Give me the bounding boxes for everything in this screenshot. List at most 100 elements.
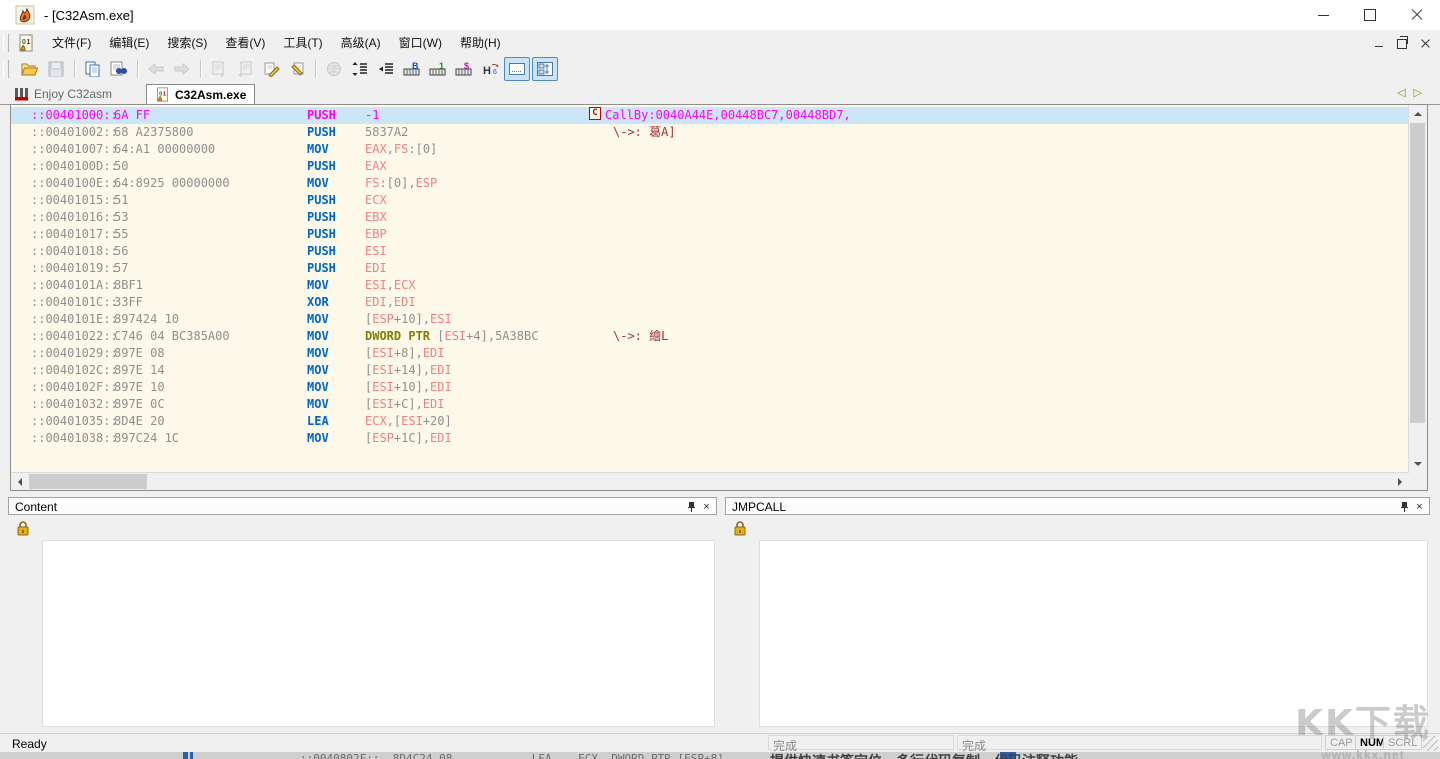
menu-item-6[interactable]: 窗口(W) <box>390 30 451 55</box>
asm-row-00401018[interactable]: ::00401018::56PUSHESI <box>11 243 1409 260</box>
tab-bar: Enjoy C32asm 01 C32Asm.exe ◁ ▷ <box>0 82 1440 105</box>
asm-row-0040100D[interactable]: ::0040100D::50PUSHEAX <box>11 158 1409 175</box>
jmpcall-panel-body[interactable] <box>759 540 1428 727</box>
horizontal-scroll-thumb[interactable] <box>29 474 147 489</box>
asm-row-00401032[interactable]: ::00401032::897E 0CMOV[ESI+C],EDI <box>11 396 1409 413</box>
pin-icon[interactable] <box>1398 500 1411 513</box>
background-fragment <box>183 752 188 759</box>
asm-row-00401015[interactable]: ::00401015::51PUSHECX <box>11 192 1409 209</box>
asm-row-00401000[interactable]: ::00401000::6A FFPUSH-1CCallBy:0040A44E,… <box>11 107 1409 124</box>
toolbar-grip-handle[interactable] <box>3 60 9 78</box>
close-icon[interactable]: × <box>1413 500 1426 513</box>
lock-icon[interactable] <box>16 521 32 537</box>
page-promote-icon[interactable] <box>233 58 257 80</box>
tab-scroll-right-icon[interactable]: ▷ <box>1414 86 1422 99</box>
forward-icon[interactable] <box>170 58 194 80</box>
toggle-panel-layout-icon[interactable] <box>532 57 558 81</box>
menu-bar: 0 1 文件(F)编辑(E)搜索(S)查看(V)工具(T)高级(A)窗口(W)帮… <box>0 30 1440 55</box>
callby-comment: CallBy:0040A44E,00448BC7,00448BD7, <box>605 107 851 124</box>
hex-view-b-icon[interactable]: B <box>400 58 424 80</box>
menu-item-0[interactable]: 文件(F) <box>43 30 100 55</box>
window-close-button[interactable] <box>1394 0 1440 30</box>
c32asm-window: - [C32Asm.exe] 0 1 文件(F)编辑(E)搜索(S)查看(V)工… <box>0 0 1440 759</box>
back-icon[interactable] <box>144 58 168 80</box>
save-icon[interactable] <box>44 58 68 80</box>
indent-lines-icon[interactable] <box>374 58 398 80</box>
asm-row-0040101E[interactable]: ::0040101E::897424 10MOV[ESP+10],ESI <box>11 311 1409 328</box>
menu-item-4[interactable]: 工具(T) <box>274 30 331 55</box>
hex-view-1-icon[interactable]: 1 <box>426 58 450 80</box>
asm-row-00401019[interactable]: ::00401019::57PUSHEDI <box>11 260 1409 277</box>
page-demote-icon[interactable] <box>207 58 231 80</box>
find-icon[interactable] <box>107 58 131 80</box>
reference-comment: \->: 葛A] <box>613 124 676 141</box>
scroll-down-icon[interactable] <box>1409 456 1426 473</box>
open-file-icon[interactable] <box>18 58 42 80</box>
asm-row-0040101A[interactable]: ::0040101A::8BF1MOVESI,ECX <box>11 277 1409 294</box>
web-icon[interactable] <box>322 58 346 80</box>
svg-text:$: $ <box>464 61 469 71</box>
hex-convert-icon[interactable]: H6 <box>478 58 502 80</box>
svg-text:0: 0 <box>22 39 26 46</box>
asm-row-0040102C[interactable]: ::0040102C::897E 14MOV[ESI+14],EDI <box>11 362 1409 379</box>
asm-row-00401002[interactable]: ::00401002::68 A2375800PUSH5837A2\->: 葛A… <box>11 124 1409 141</box>
caps-lock-indicator: CAP <box>1325 735 1358 750</box>
tab-label: Enjoy C32asm <box>34 87 112 101</box>
asm-row-0040101C[interactable]: ::0040101C::33FFXOREDI,EDI <box>11 294 1409 311</box>
content-panel-body[interactable] <box>42 540 715 727</box>
app-icon <box>15 5 35 25</box>
scrollbar-corner <box>1409 473 1427 490</box>
scroll-right-icon[interactable] <box>1392 473 1409 490</box>
menu-item-3[interactable]: 查看(V) <box>216 30 274 55</box>
status-pane-1: 完成 <box>768 735 954 750</box>
copy-icon[interactable] <box>81 58 105 80</box>
scroll-up-icon[interactable] <box>1409 105 1426 122</box>
mdi-close-icon[interactable] <box>1421 39 1430 48</box>
close-icon[interactable]: × <box>700 500 713 513</box>
pin-icon[interactable] <box>685 500 698 513</box>
mdi-minimize-icon[interactable] <box>1375 46 1383 47</box>
disassembly-view[interactable]: ::00401000::6A FFPUSH-1CCallBy:0040A44E,… <box>11 107 1409 475</box>
toggle-command-bar-icon[interactable] <box>504 57 530 81</box>
window-minimize-button[interactable] <box>1300 0 1346 30</box>
asm-row-00401029[interactable]: ::00401029::897E 08MOV[ESI+8],EDI <box>11 345 1409 362</box>
background-fragment <box>190 752 193 759</box>
c32-logo-icon <box>14 87 29 101</box>
asm-row-00401038[interactable]: ::00401038::897C24 1CMOV[ESP+1C],EDI <box>11 430 1409 447</box>
mdi-restore-icon[interactable] <box>1397 39 1407 49</box>
tab-scroll-left-icon[interactable]: ◁ <box>1397 86 1405 99</box>
asm-row-00401007[interactable]: ::00401007::64:A1 00000000MOVEAX,FS:[0] <box>11 141 1409 158</box>
document-icon: 0 1 <box>17 34 35 52</box>
lock-icon[interactable] <box>733 521 749 537</box>
convert-prev-icon[interactable] <box>285 58 309 80</box>
menu-item-2[interactable]: 搜索(S) <box>158 30 216 55</box>
line-numbers-icon[interactable] <box>348 58 372 80</box>
jmpcall-panel: JMPCALL × <box>725 497 1430 729</box>
menubar-grip-handle[interactable] <box>3 34 9 52</box>
hex-view-dollar-icon[interactable]: $ <box>452 58 476 80</box>
window-maximize-button[interactable] <box>1347 0 1393 30</box>
resize-grip[interactable] <box>1423 736 1438 751</box>
asm-row-0040100E[interactable]: ::0040100E::64:8925 00000000MOVFS:[0],ES… <box>11 175 1409 192</box>
tab-c32asm-exe[interactable]: 01 C32Asm.exe <box>146 84 255 104</box>
asm-row-00401017[interactable]: ::00401017::55PUSHEBP <box>11 226 1409 243</box>
vertical-scroll-thumb[interactable] <box>1410 123 1425 423</box>
menu-item-7[interactable]: 帮助(H) <box>451 30 510 55</box>
vertical-scrollbar[interactable] <box>1408 105 1427 473</box>
asm-row-00401035[interactable]: ::00401035::8D4E 20LEAECX,[ESI+20] <box>11 413 1409 430</box>
svg-text:H: H <box>483 65 491 77</box>
asm-row-0040102F[interactable]: ::0040102F::897E 10MOV[ESI+10],EDI <box>11 379 1409 396</box>
horizontal-scrollbar[interactable] <box>11 472 1409 490</box>
asm-row-00401016[interactable]: ::00401016::53PUSHEBX <box>11 209 1409 226</box>
status-text: Ready <box>12 737 47 751</box>
convert-next-icon[interactable] <box>259 58 283 80</box>
scroll-left-icon[interactable] <box>11 473 28 490</box>
disassembly-panel: ::00401000::6A FFPUSH-1CCallBy:0040A44E,… <box>10 104 1428 491</box>
menu-item-5[interactable]: 高级(A) <box>332 30 390 55</box>
menu-bar-items: 文件(F)编辑(E)搜索(S)查看(V)工具(T)高级(A)窗口(W)帮助(H) <box>43 30 510 55</box>
tab-enjoy-c32asm[interactable]: Enjoy C32asm <box>6 84 120 103</box>
menu-item-1[interactable]: 编辑(E) <box>100 30 158 55</box>
asm-row-00401022[interactable]: ::00401022::C746 04 BC385A00MOVDWORD PTR… <box>11 328 1409 345</box>
panel-title: JMPCALL <box>732 500 786 514</box>
svg-text:B: B <box>412 61 419 71</box>
